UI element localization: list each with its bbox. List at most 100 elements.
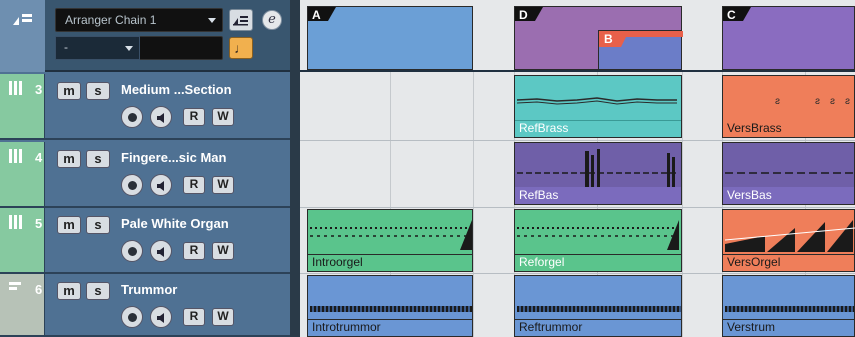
event-reftrummor[interactable]: Reftrummor <box>514 275 682 337</box>
monitor-button[interactable] <box>150 306 172 328</box>
midi-notes <box>517 220 679 250</box>
solo-button[interactable]: s <box>86 150 110 168</box>
record-icon <box>128 181 137 190</box>
midi-notes <box>725 172 855 174</box>
track-color-strip: 3 <box>0 74 45 138</box>
arranger-event-a[interactable]: A <box>307 6 473 70</box>
arranger-event-c[interactable]: C <box>722 6 855 70</box>
event-label: VersOrgel <box>727 255 781 269</box>
event-verstrum[interactable]: Verstrum <box>722 275 855 337</box>
track-color-strip: 5 <box>0 208 45 272</box>
drum-track-icon <box>9 282 21 290</box>
monitor-button[interactable] <box>150 240 172 262</box>
record-icon <box>128 313 137 322</box>
edit-channel-button[interactable]: e <box>262 10 282 30</box>
track-row-6[interactable]: 6 m s Trummor R W <box>0 274 300 337</box>
record-enable-button[interactable] <box>121 174 143 196</box>
track-name[interactable]: Fingere...sic Man <box>121 150 226 165</box>
record-enable-button[interactable] <box>121 106 143 128</box>
solo-button[interactable]: s <box>86 282 110 300</box>
write-automation-button[interactable]: W <box>212 176 234 194</box>
speaker-icon <box>157 113 164 123</box>
arranger-event-value: - <box>64 40 68 54</box>
midi-notes <box>310 220 472 250</box>
event-label: VersBas <box>727 188 772 202</box>
svg-text:ƨ: ƨ <box>845 96 850 107</box>
solo-button[interactable]: s <box>86 216 110 234</box>
midi-notes: ƨ ƨ ƨ ƨ <box>775 96 850 107</box>
arranger-event-label: D <box>519 8 528 22</box>
track-number: 5 <box>35 216 43 231</box>
event-introorgel[interactable]: Introorgel <box>307 209 473 272</box>
solo-button[interactable]: s <box>86 82 110 100</box>
monitor-button[interactable] <box>150 174 172 196</box>
speaker-icon <box>157 313 164 323</box>
track-name[interactable]: Pale White Organ <box>121 216 229 231</box>
drum-notes <box>310 306 472 312</box>
write-automation-button[interactable]: W <box>212 308 234 326</box>
event-label: Introorgel <box>312 255 363 269</box>
midi-notes <box>725 220 855 252</box>
read-automation-button[interactable]: R <box>183 308 205 326</box>
read-automation-button[interactable]: R <box>183 176 205 194</box>
track-list-divider[interactable] <box>290 0 300 337</box>
arranger-edit-button[interactable] <box>229 9 253 31</box>
track-row-5[interactable]: 5 m s Pale White Organ R W <box>0 208 300 274</box>
row-separator <box>300 140 855 141</box>
arranger-icon <box>13 14 32 25</box>
event-refbrass[interactable]: RefBrass <box>514 75 682 138</box>
instrument-track-icon <box>9 215 22 229</box>
midi-notes <box>517 149 677 189</box>
event-versbrass[interactable]: ƨ ƨ ƨ ƨ VersBrass <box>722 75 855 138</box>
event-versorgel[interactable]: VersOrgel <box>722 209 855 272</box>
track-number: 4 <box>35 150 43 165</box>
event-label: RefBrass <box>519 121 569 135</box>
read-automation-button[interactable]: R <box>183 242 205 260</box>
svg-text:ƨ: ƨ <box>815 96 820 107</box>
event-reforgel[interactable]: Reforgel <box>514 209 682 272</box>
monitor-button[interactable] <box>150 106 172 128</box>
track-name[interactable]: Medium ...Section <box>121 82 232 97</box>
track-row-3[interactable]: 3 m s Medium ...Section R W <box>0 74 300 140</box>
event-label: VersBrass <box>727 121 782 135</box>
row-separator <box>300 207 855 208</box>
mute-button[interactable]: m <box>57 150 81 168</box>
arranger-track-header: Arranger Chain 1 - e ♩ <box>0 0 300 72</box>
event-refbas[interactable]: RefBas <box>514 142 682 205</box>
instrument-track-icon <box>9 149 22 163</box>
row-separator <box>300 273 855 274</box>
chevron-down-icon <box>125 46 133 51</box>
arranger-event-b[interactable]: B <box>598 30 683 70</box>
event-introtrummor[interactable]: Introtrummor <box>307 275 473 337</box>
arranger-chain-name: Arranger Chain 1 <box>65 13 157 27</box>
mute-button[interactable]: m <box>57 282 81 300</box>
grid-line <box>473 72 474 337</box>
svg-text:ƨ: ƨ <box>775 96 780 107</box>
record-enable-button[interactable] <box>121 306 143 328</box>
track-number: 6 <box>35 282 43 297</box>
read-automation-button[interactable]: R <box>183 108 205 126</box>
event-versbas[interactable]: VersBas <box>722 142 855 205</box>
mute-button[interactable]: m <box>57 216 81 234</box>
drum-notes <box>517 306 681 312</box>
arranger-event-label: A <box>312 8 321 22</box>
record-enable-button[interactable] <box>121 240 143 262</box>
write-automation-button[interactable]: W <box>212 242 234 260</box>
write-automation-button[interactable]: W <box>212 108 234 126</box>
instrument-track-icon <box>9 81 22 95</box>
event-label: Reforgel <box>519 255 565 269</box>
mute-button[interactable]: m <box>57 82 81 100</box>
track-name[interactable]: Trummor <box>121 282 177 297</box>
drum-notes <box>725 306 854 312</box>
arranger-event-select[interactable]: - <box>55 36 140 60</box>
arranger-chain-select[interactable]: Arranger Chain 1 <box>55 8 223 32</box>
track-color-strip: 4 <box>0 142 45 206</box>
music-note-button[interactable]: ♩ <box>229 37 253 59</box>
arranger-event-label: B <box>604 32 613 46</box>
track-number: 3 <box>35 82 43 97</box>
arranger-track-strip <box>0 0 45 72</box>
track-row-4[interactable]: 4 m s Fingere...sic Man R W <box>0 142 300 208</box>
event-label: RefBas <box>519 188 559 202</box>
speaker-icon <box>157 247 164 257</box>
speaker-icon <box>157 181 164 191</box>
